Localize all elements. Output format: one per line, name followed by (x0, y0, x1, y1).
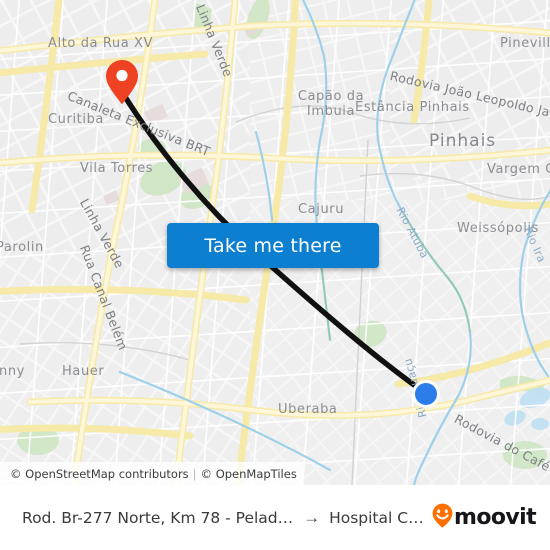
moovit-pin-smile-icon (432, 503, 453, 533)
trip-summary-bar: Rod. Br-277 Norte, Km 78 - Peladei... → … (0, 485, 550, 550)
arrow-right-icon: → (303, 508, 321, 527)
map-canvas[interactable]: Alto da Rua XV Curitiba Vila Torres Parolin… (0, 0, 550, 485)
attribution-separator: | (192, 466, 197, 481)
trip-destination-label: Hospital Caj... (329, 508, 433, 527)
map-pin-icon[interactable] (105, 59, 139, 105)
attribution-maptiles[interactable]: © OpenMapTiles (201, 467, 297, 481)
map-attribution: © OpenStreetMap contributors | © OpenMap… (0, 462, 303, 485)
location-dot-icon[interactable] (412, 380, 440, 408)
take-me-there-button[interactable]: Take me there (167, 223, 379, 268)
moovit-logo[interactable]: moovit (432, 503, 537, 533)
moovit-wordmark: moovit (454, 505, 537, 530)
trip-map-card: Alto da Rua XV Curitiba Vila Torres Parolin… (0, 0, 550, 550)
trip-origin-label: Rod. Br-277 Norte, Km 78 - Peladei... (22, 508, 295, 527)
attribution-osm[interactable]: © OpenStreetMap contributors (10, 467, 189, 481)
